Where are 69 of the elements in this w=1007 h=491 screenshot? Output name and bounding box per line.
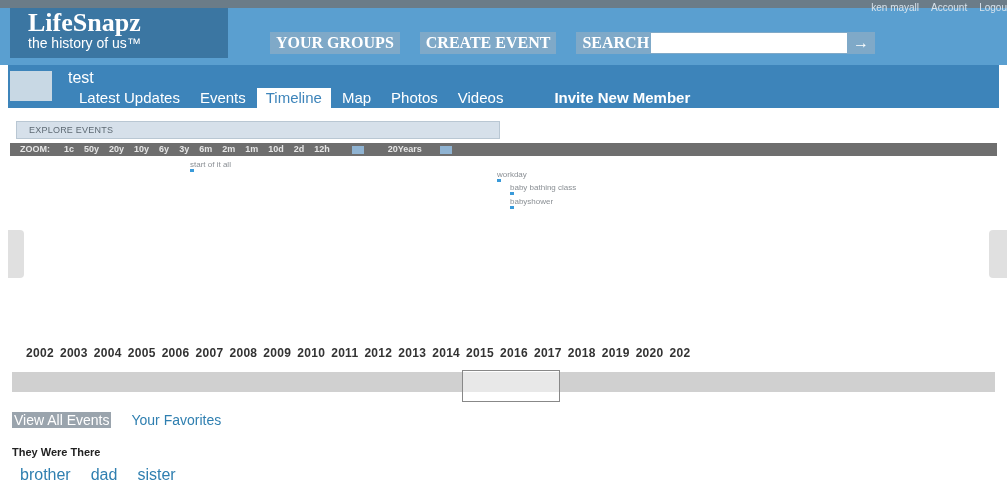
zoom-option[interactable]: 3y — [179, 142, 190, 157]
year-label: 2005 — [127, 345, 156, 362]
year-label: 2006 — [161, 345, 190, 362]
year-label: 2012 — [364, 345, 393, 362]
year-label: 2016 — [500, 345, 528, 362]
scroll-right-button[interactable] — [989, 230, 1007, 278]
range-selector[interactable] — [462, 370, 560, 402]
year-label: 2003 — [59, 345, 88, 362]
section-title: They Were There — [12, 445, 102, 460]
tab[interactable]: Map — [332, 88, 381, 108]
year-label: 2004 — [93, 345, 122, 362]
scroll-left-button[interactable] — [8, 230, 24, 278]
tab[interactable]: Timeline — [256, 88, 331, 108]
year-label: 2009 — [263, 345, 292, 362]
header-link[interactable]: Logou — [979, 0, 1007, 15]
person-link[interactable]: sister — [137, 462, 176, 487]
year-label: 2018 — [567, 345, 596, 362]
zoom-option[interactable]: 10y — [134, 142, 150, 157]
header-link[interactable]: ken mayall — [871, 0, 920, 15]
event-label[interactable]: baby bathing class — [510, 183, 577, 192]
tab[interactable]: Videos — [448, 88, 513, 108]
year-label: 2017 — [533, 345, 562, 362]
event-marker[interactable] — [497, 179, 501, 182]
event-marker[interactable] — [510, 192, 514, 195]
person-link[interactable]: brother — [20, 462, 71, 487]
year-label: 2020 — [635, 345, 664, 362]
zoom-option[interactable]: 1c — [64, 142, 74, 157]
nav-button[interactable]: CREATE EVENT — [419, 32, 557, 54]
zoom-label: ZOOM: — [20, 142, 50, 156]
range-label: 20Years — [387, 142, 422, 156]
zoom-option[interactable]: 2d — [293, 142, 305, 157]
year-label: 2010 — [297, 345, 326, 362]
event-label[interactable]: workday — [497, 170, 527, 179]
zoom-option[interactable]: 6m — [199, 142, 213, 157]
zoom-option[interactable]: 2m — [222, 142, 236, 157]
filter-tab[interactable]: View All Events — [12, 412, 112, 428]
section-header: EXPLORE EVENTS — [16, 121, 500, 139]
filter-tab[interactable]: Your Favorites — [131, 412, 222, 428]
tab[interactable]: Photos — [382, 88, 447, 108]
year-label: 2007 — [195, 345, 224, 362]
search-label: SEARCH — [582, 33, 651, 53]
zoom-option[interactable]: 10d — [268, 142, 284, 157]
event-marker[interactable] — [190, 169, 194, 172]
year-label: 2019 — [601, 345, 630, 362]
invite-link[interactable]: Invite New Member — [554, 88, 691, 108]
zoom-option[interactable]: 12h — [314, 142, 330, 157]
year-label: 2013 — [398, 345, 427, 362]
event-label[interactable]: babyshower — [510, 197, 554, 206]
group-avatar — [10, 71, 52, 101]
zoom-option[interactable]: 50y — [84, 142, 100, 157]
tab[interactable]: Latest Updates — [70, 88, 189, 108]
search-field[interactable] — [651, 33, 848, 53]
nav-button[interactable]: YOUR GROUPS — [270, 32, 400, 54]
year-label: 2015 — [466, 345, 494, 362]
event-marker[interactable] — [510, 206, 514, 209]
year-label: 2002 — [26, 345, 54, 362]
year-label: 2011 — [331, 345, 359, 362]
person-link[interactable]: dad — [90, 462, 118, 487]
event-label[interactable]: start of it all — [190, 160, 231, 169]
logo[interactable]: LifeSnapz the history of us™ — [10, 8, 228, 58]
year-label: 2014 — [432, 345, 461, 362]
zoom-option[interactable]: 20y — [109, 142, 125, 157]
zoom-option[interactable]: 1m — [245, 142, 259, 157]
header-link[interactable]: Account — [931, 0, 968, 15]
year-label: 202 — [669, 345, 691, 362]
year-label: 2008 — [229, 345, 258, 362]
group-name: test — [68, 69, 94, 87]
tab[interactable]: Events — [190, 88, 255, 108]
zoom-option[interactable]: 6y — [159, 142, 170, 157]
